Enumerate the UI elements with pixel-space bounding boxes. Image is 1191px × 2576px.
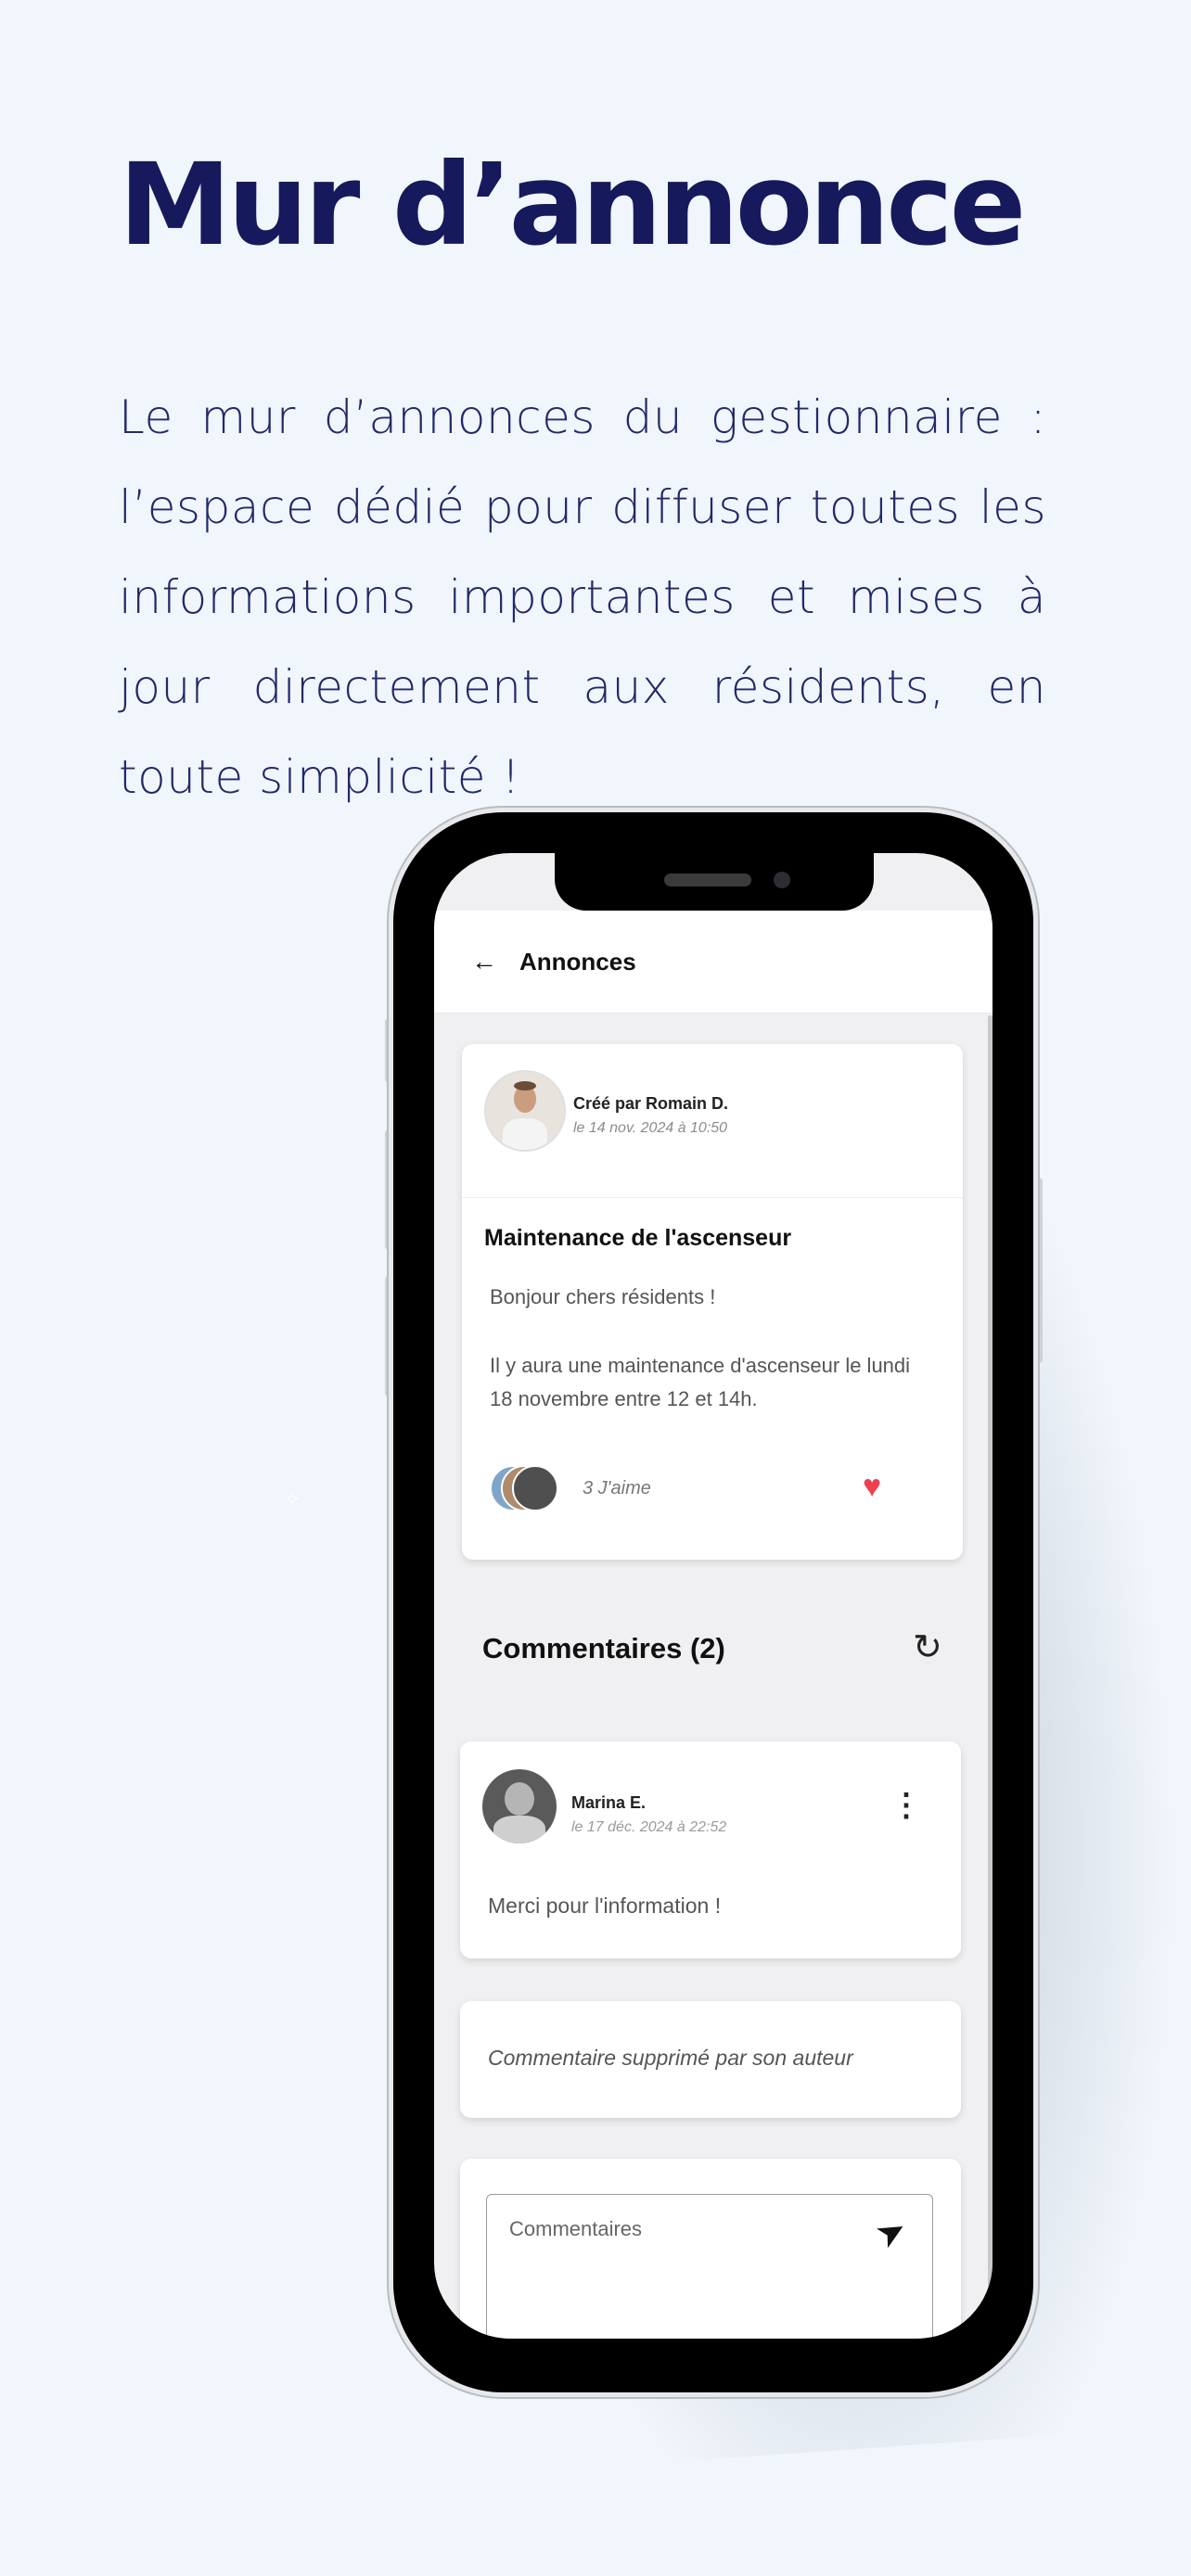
front-camera [774, 872, 790, 888]
comment-text: Merci pour l'information ! [488, 1894, 722, 1918]
arrow-left-icon[interactable]: ← [471, 947, 497, 976]
announcement-header: Créé par Romain D. le 14 nov. 2024 à 10:… [462, 1044, 963, 1198]
deleted-comment-text: Commentaire supprimé par son auteur [488, 2046, 853, 2070]
announcement-paragraph: Bonjour chers résidents ! [490, 1285, 716, 1308]
comments-heading: Commentaires (2) [482, 1632, 725, 1664]
announcement-card: Créé par Romain D. le 14 nov. 2024 à 10:… [462, 1044, 963, 1560]
app-bar: ← Annonces [434, 911, 992, 1014]
announcement-title: Maintenance de l'ascenseur [484, 1225, 792, 1251]
comment-input-placeholder: Commentaires [509, 2217, 643, 2240]
author-avatar [484, 1070, 566, 1152]
announcement-author: Créé par Romain D. [573, 1094, 729, 1113]
comment-composer: Commentaires ➤ [460, 2159, 961, 2339]
likers-avatars[interactable] [490, 1465, 558, 1513]
page-headline: Mur d’annonce [119, 139, 1026, 271]
phone-screen: ← Annonces Créé par Romain D. le 14 nov.… [434, 853, 992, 2339]
commenter-avatar [482, 1769, 557, 1843]
heart-icon[interactable]: ♥ [863, 1469, 881, 1505]
screen-title: Annonces [519, 947, 636, 976]
announcement-body: Bonjour chers résidents ! Il y aura une … [490, 1281, 935, 1451]
announcement-date: le 14 nov. 2024 à 10:50 [573, 1120, 728, 1136]
comment-card: Marina E. le 17 déc. 2024 à 22:52 ⋮ Merc… [460, 1741, 961, 1958]
intro-paragraph: Le mur d’annonces du gestionnaire : l’es… [119, 390, 1046, 804]
comment-author: Marina E. [571, 1793, 647, 1812]
speaker-grille [664, 874, 751, 886]
more-vertical-icon[interactable]: ⋮ [890, 1790, 922, 1821]
send-icon[interactable]: ➤ [868, 2207, 915, 2258]
liker-avatar [512, 1465, 558, 1511]
phone-notch [555, 853, 874, 911]
sparkle-icon: ✧ [284, 1487, 301, 1511]
likes-count[interactable]: 3 J'aime [583, 1478, 651, 1499]
comment-input[interactable]: Commentaires ➤ [486, 2194, 933, 2339]
scrollbar[interactable] [988, 1015, 992, 2304]
announcement-paragraph: Il y aura une maintenance d'ascenseur le… [490, 1354, 911, 1410]
refresh-icon[interactable]: ↻ [913, 1626, 942, 1668]
phone-mockup: ← Annonces Créé par Romain D. le 14 nov.… [393, 812, 1033, 2392]
comment-date: le 17 déc. 2024 à 22:52 [571, 1819, 727, 1835]
deleted-comment-card: Commentaire supprimé par son auteur [460, 2001, 961, 2118]
